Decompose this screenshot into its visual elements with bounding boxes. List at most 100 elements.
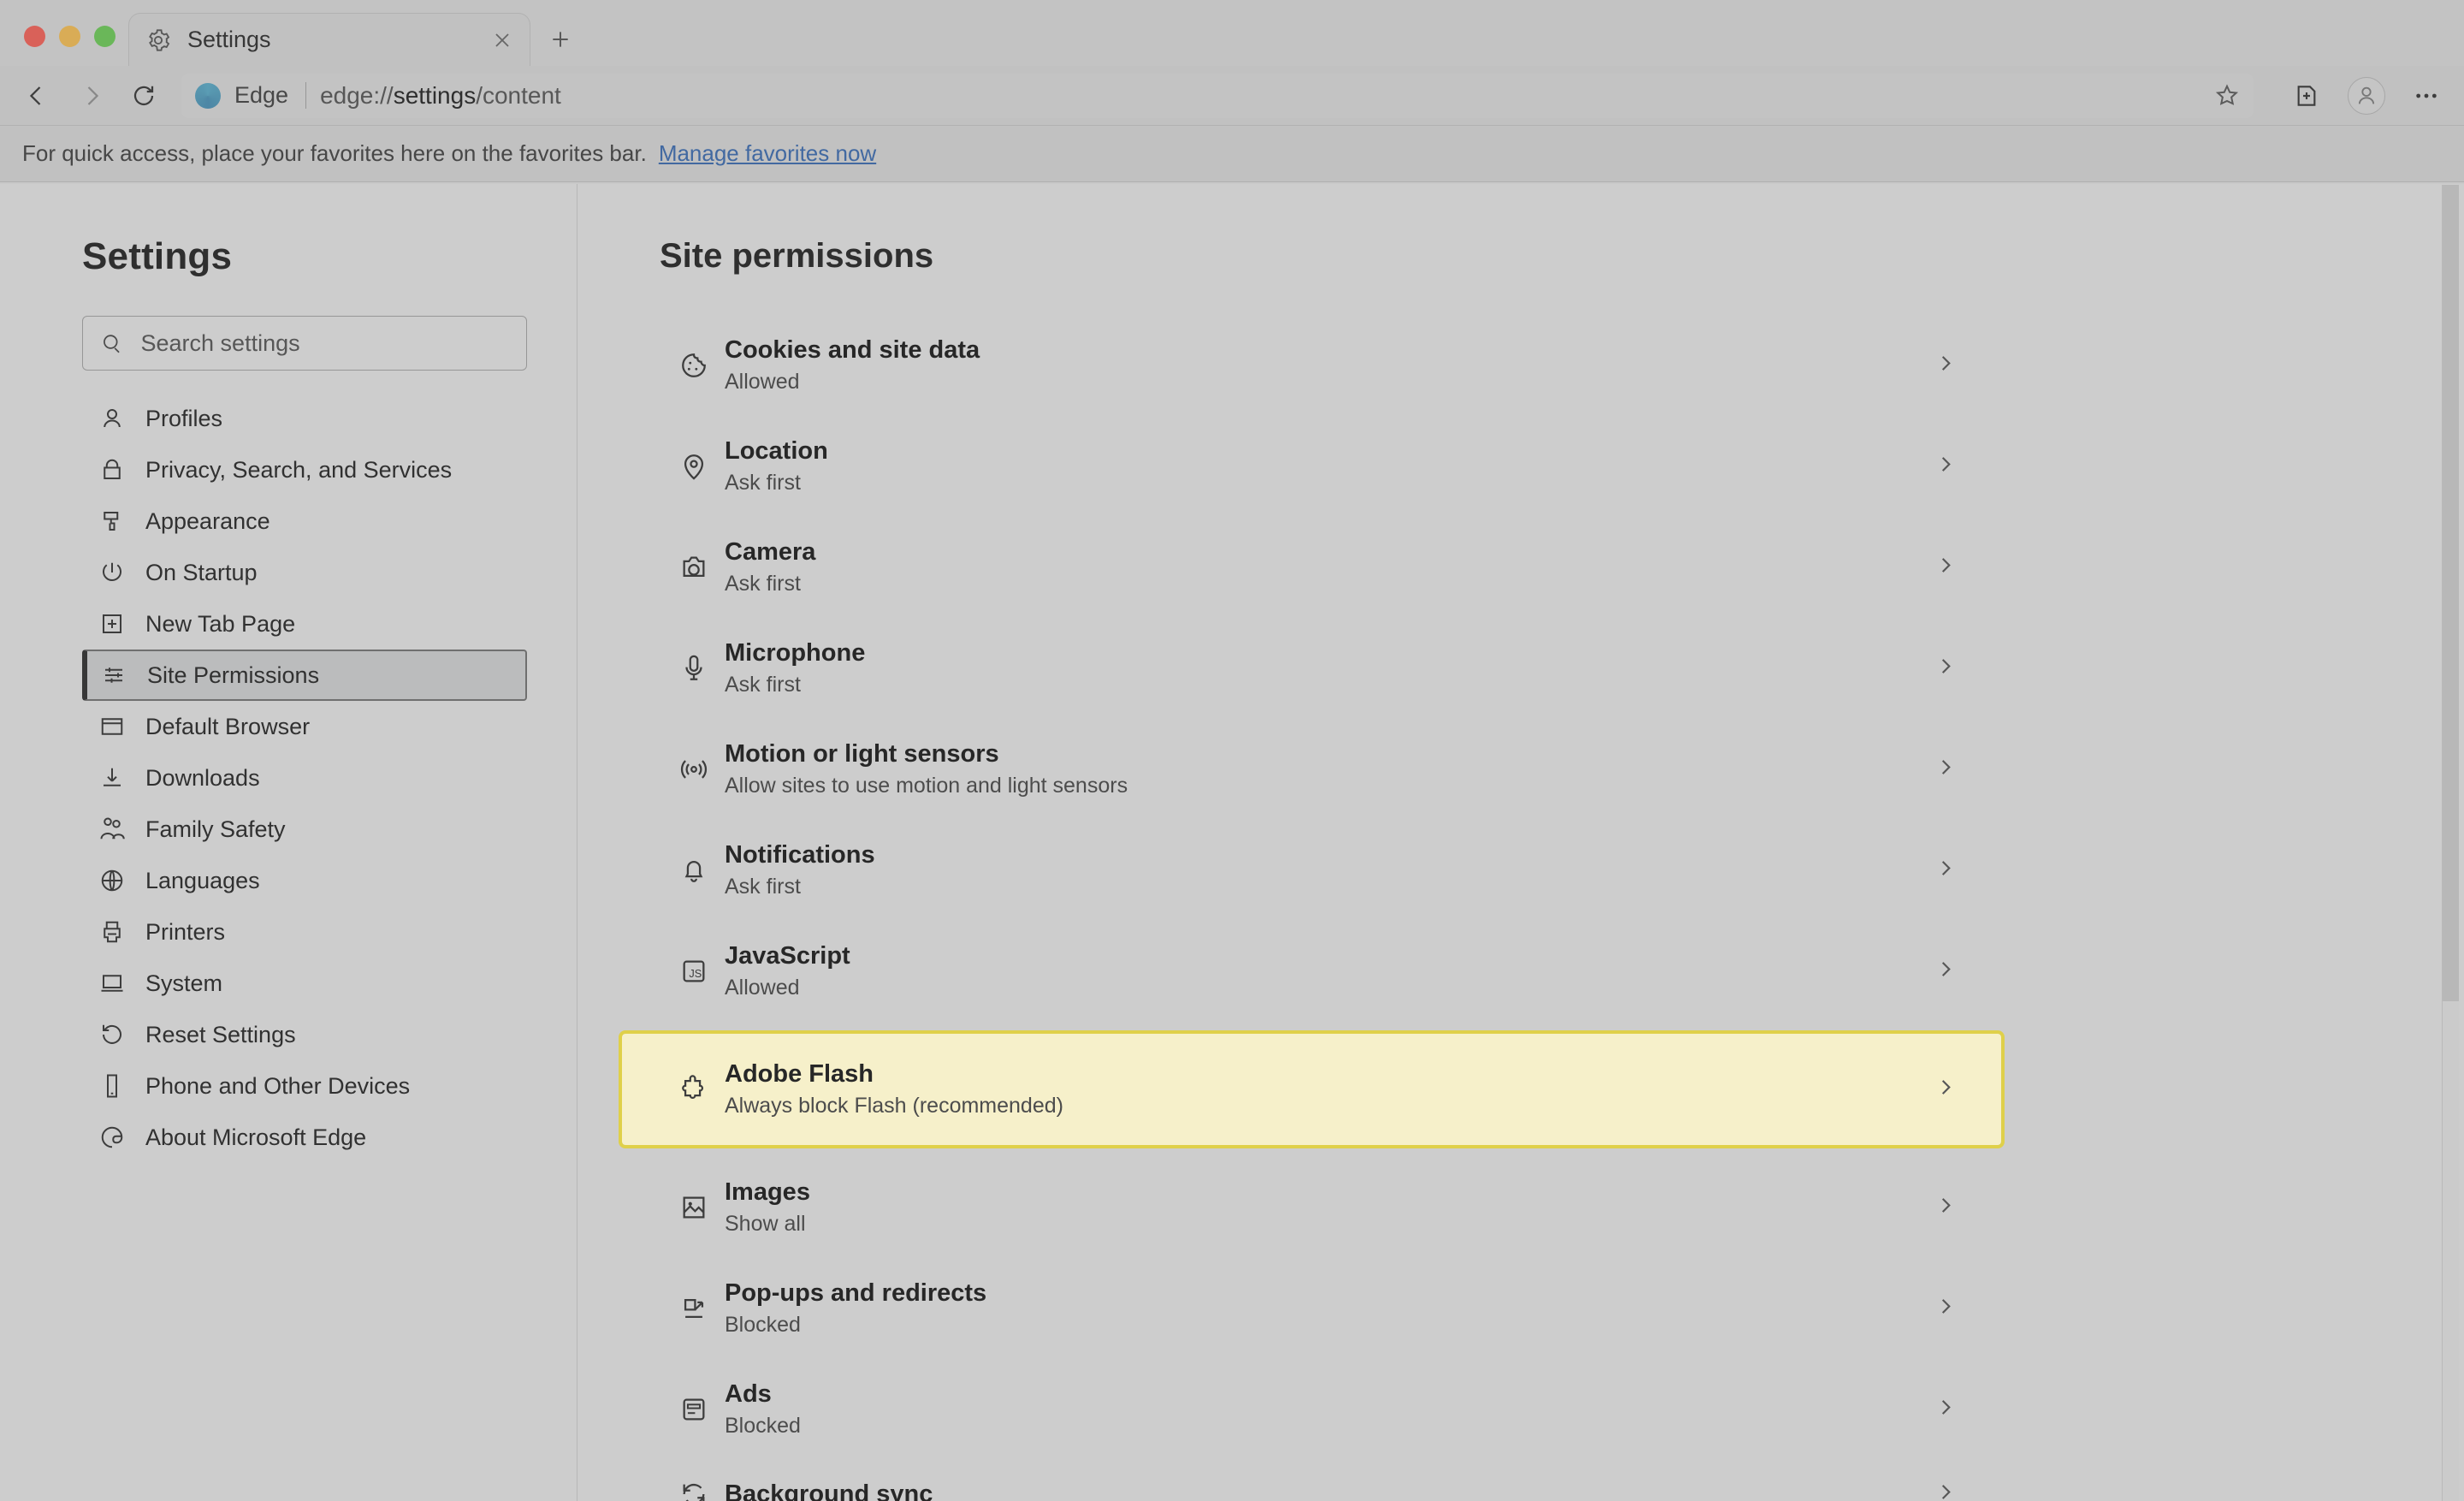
tabstrip: Settings bbox=[0, 0, 2464, 66]
permission-subtitle: Ask first bbox=[725, 572, 815, 596]
chevron-right-icon bbox=[1934, 1195, 1957, 1217]
close-tab-icon[interactable] bbox=[492, 30, 512, 50]
chevron-right-icon bbox=[1934, 454, 1957, 476]
permission-title: Images bbox=[725, 1178, 810, 1207]
collections-button[interactable] bbox=[2291, 80, 2322, 111]
permission-title: Cookies and site data bbox=[725, 336, 980, 365]
sidebar-item-reset[interactable]: Reset Settings bbox=[82, 1009, 527, 1060]
back-button[interactable] bbox=[22, 80, 53, 111]
reload-icon bbox=[131, 83, 157, 109]
printer-icon bbox=[99, 919, 125, 945]
sidebar-item-privacy[interactable]: Privacy, Search, and Services bbox=[82, 444, 527, 495]
sidebar-item-languages[interactable]: Languages bbox=[82, 855, 527, 906]
sidebar-item-appearance[interactable]: Appearance bbox=[82, 495, 527, 547]
scrollbar-thumb[interactable] bbox=[2443, 185, 2459, 1001]
permission-subtitle: Allowed bbox=[725, 976, 850, 1000]
plus-icon bbox=[549, 28, 572, 50]
address-url: edge://settings/content bbox=[320, 82, 561, 110]
sidebar-item-label: New Tab Page bbox=[145, 611, 295, 638]
permission-row-camera[interactable]: Camera Ask first bbox=[660, 517, 1964, 618]
chevron-right-icon bbox=[1934, 958, 1957, 981]
image-icon bbox=[679, 1193, 708, 1222]
sidebar-item-family[interactable]: Family Safety bbox=[82, 804, 527, 855]
sidebar-item-profiles[interactable]: Profiles bbox=[82, 393, 527, 444]
new-tab-button[interactable] bbox=[530, 13, 590, 66]
sidebar-item-printers[interactable]: Printers bbox=[82, 906, 527, 958]
sidebar-item-downloads[interactable]: Downloads bbox=[82, 752, 527, 804]
search-icon bbox=[102, 332, 122, 354]
sidebar-item-phone[interactable]: Phone and Other Devices bbox=[82, 1060, 527, 1112]
sidebar-item-label: Phone and Other Devices bbox=[145, 1073, 410, 1100]
permission-subtitle: Ask first bbox=[725, 673, 865, 697]
permission-title: JavaScript bbox=[725, 942, 850, 970]
permission-row-pop-ups-and-redirects[interactable]: Pop-ups and redirects Blocked bbox=[660, 1258, 1964, 1359]
permission-title: Camera bbox=[725, 538, 815, 567]
phone-icon bbox=[99, 1073, 125, 1099]
permission-title: Background sync bbox=[725, 1480, 933, 1501]
popout-icon bbox=[679, 1294, 708, 1323]
permission-title: Motion or light sensors bbox=[725, 740, 1128, 768]
edge-icon bbox=[99, 1124, 125, 1150]
permission-subtitle: Blocked bbox=[725, 1313, 986, 1338]
permission-subtitle: Ask first bbox=[725, 875, 875, 899]
globe-icon bbox=[99, 868, 125, 893]
lock-icon bbox=[99, 457, 125, 483]
sidebar-item-label: Family Safety bbox=[145, 816, 286, 843]
permission-subtitle: Ask first bbox=[725, 471, 828, 495]
permission-row-cookies-and-site-data[interactable]: Cookies and site data Allowed bbox=[660, 315, 1964, 416]
settings-search-input[interactable] bbox=[141, 330, 508, 357]
page-title: Site permissions bbox=[660, 237, 1964, 276]
permission-title: Notifications bbox=[725, 841, 875, 869]
manage-favorites-link[interactable]: Manage favorites now bbox=[659, 140, 876, 167]
sidebar-item-label: Printers bbox=[145, 919, 225, 946]
favorites-bar-message: For quick access, place your favorites h… bbox=[22, 140, 647, 167]
laptop-icon bbox=[99, 970, 125, 996]
permission-row-microphone[interactable]: Microphone Ask first bbox=[660, 618, 1964, 719]
permission-title: Ads bbox=[725, 1380, 801, 1409]
sidebar-item-label: Appearance bbox=[145, 508, 270, 535]
permission-row-images[interactable]: Images Show all bbox=[660, 1157, 1964, 1258]
cookie-icon bbox=[679, 351, 708, 380]
permission-row-adobe-flash[interactable]: Adobe Flash Always block Flash (recommen… bbox=[622, 1034, 2001, 1145]
settings-sidebar: Settings ProfilesPrivacy, Search, and Se… bbox=[0, 184, 578, 1501]
scrollbar[interactable] bbox=[2442, 185, 2459, 1501]
profile-avatar[interactable] bbox=[2348, 77, 2385, 115]
window-maximize-button[interactable] bbox=[94, 26, 116, 47]
settings-search[interactable] bbox=[82, 316, 527, 371]
more-menu-button[interactable] bbox=[2411, 80, 2442, 111]
permission-row-background-sync[interactable]: Background sync bbox=[660, 1460, 1964, 1501]
reset-icon bbox=[99, 1022, 125, 1047]
permissions-list: Cookies and site data Allowed Location A… bbox=[660, 315, 1964, 1501]
bell-icon bbox=[679, 856, 708, 885]
sensor-icon bbox=[679, 755, 708, 784]
puzzle-icon bbox=[679, 1075, 708, 1104]
favorite-star-icon[interactable] bbox=[2214, 83, 2240, 109]
permission-row-notifications[interactable]: Notifications Ask first bbox=[660, 820, 1964, 921]
sidebar-item-system[interactable]: System bbox=[82, 958, 527, 1009]
sidebar-item-newtab[interactable]: New Tab Page bbox=[82, 598, 527, 650]
window-close-button[interactable] bbox=[24, 26, 45, 47]
chevron-right-icon bbox=[1934, 857, 1957, 880]
forward-button[interactable] bbox=[75, 80, 106, 111]
sidebar-item-label: Reset Settings bbox=[145, 1022, 296, 1048]
chevron-right-icon bbox=[1934, 555, 1957, 577]
sidebar-item-default[interactable]: Default Browser bbox=[82, 701, 527, 752]
sidebar-item-siteperm[interactable]: Site Permissions bbox=[82, 650, 527, 701]
edge-logo-icon bbox=[195, 83, 221, 109]
browser-tab[interactable]: Settings bbox=[128, 13, 530, 66]
sidebar-item-about[interactable]: About Microsoft Edge bbox=[82, 1112, 527, 1163]
reload-button[interactable] bbox=[128, 80, 159, 111]
sliders-icon bbox=[101, 662, 127, 688]
permission-row-ads[interactable]: Ads Blocked bbox=[660, 1359, 1964, 1460]
address-bar[interactable]: Edge edge://settings/content bbox=[181, 74, 2254, 118]
window-minimize-button[interactable] bbox=[59, 26, 80, 47]
chevron-right-icon bbox=[1934, 656, 1957, 678]
sidebar-item-startup[interactable]: On Startup bbox=[82, 547, 527, 598]
location-icon bbox=[679, 452, 708, 481]
settings-heading: Settings bbox=[82, 235, 527, 278]
permission-title: Pop-ups and redirects bbox=[725, 1279, 986, 1308]
permission-row-location[interactable]: Location Ask first bbox=[660, 416, 1964, 517]
address-brand: Edge bbox=[234, 82, 306, 109]
permission-row-javascript[interactable]: JavaScript Allowed bbox=[660, 921, 1964, 1022]
permission-row-motion-or-light-sensors[interactable]: Motion or light sensors Allow sites to u… bbox=[660, 719, 1964, 820]
